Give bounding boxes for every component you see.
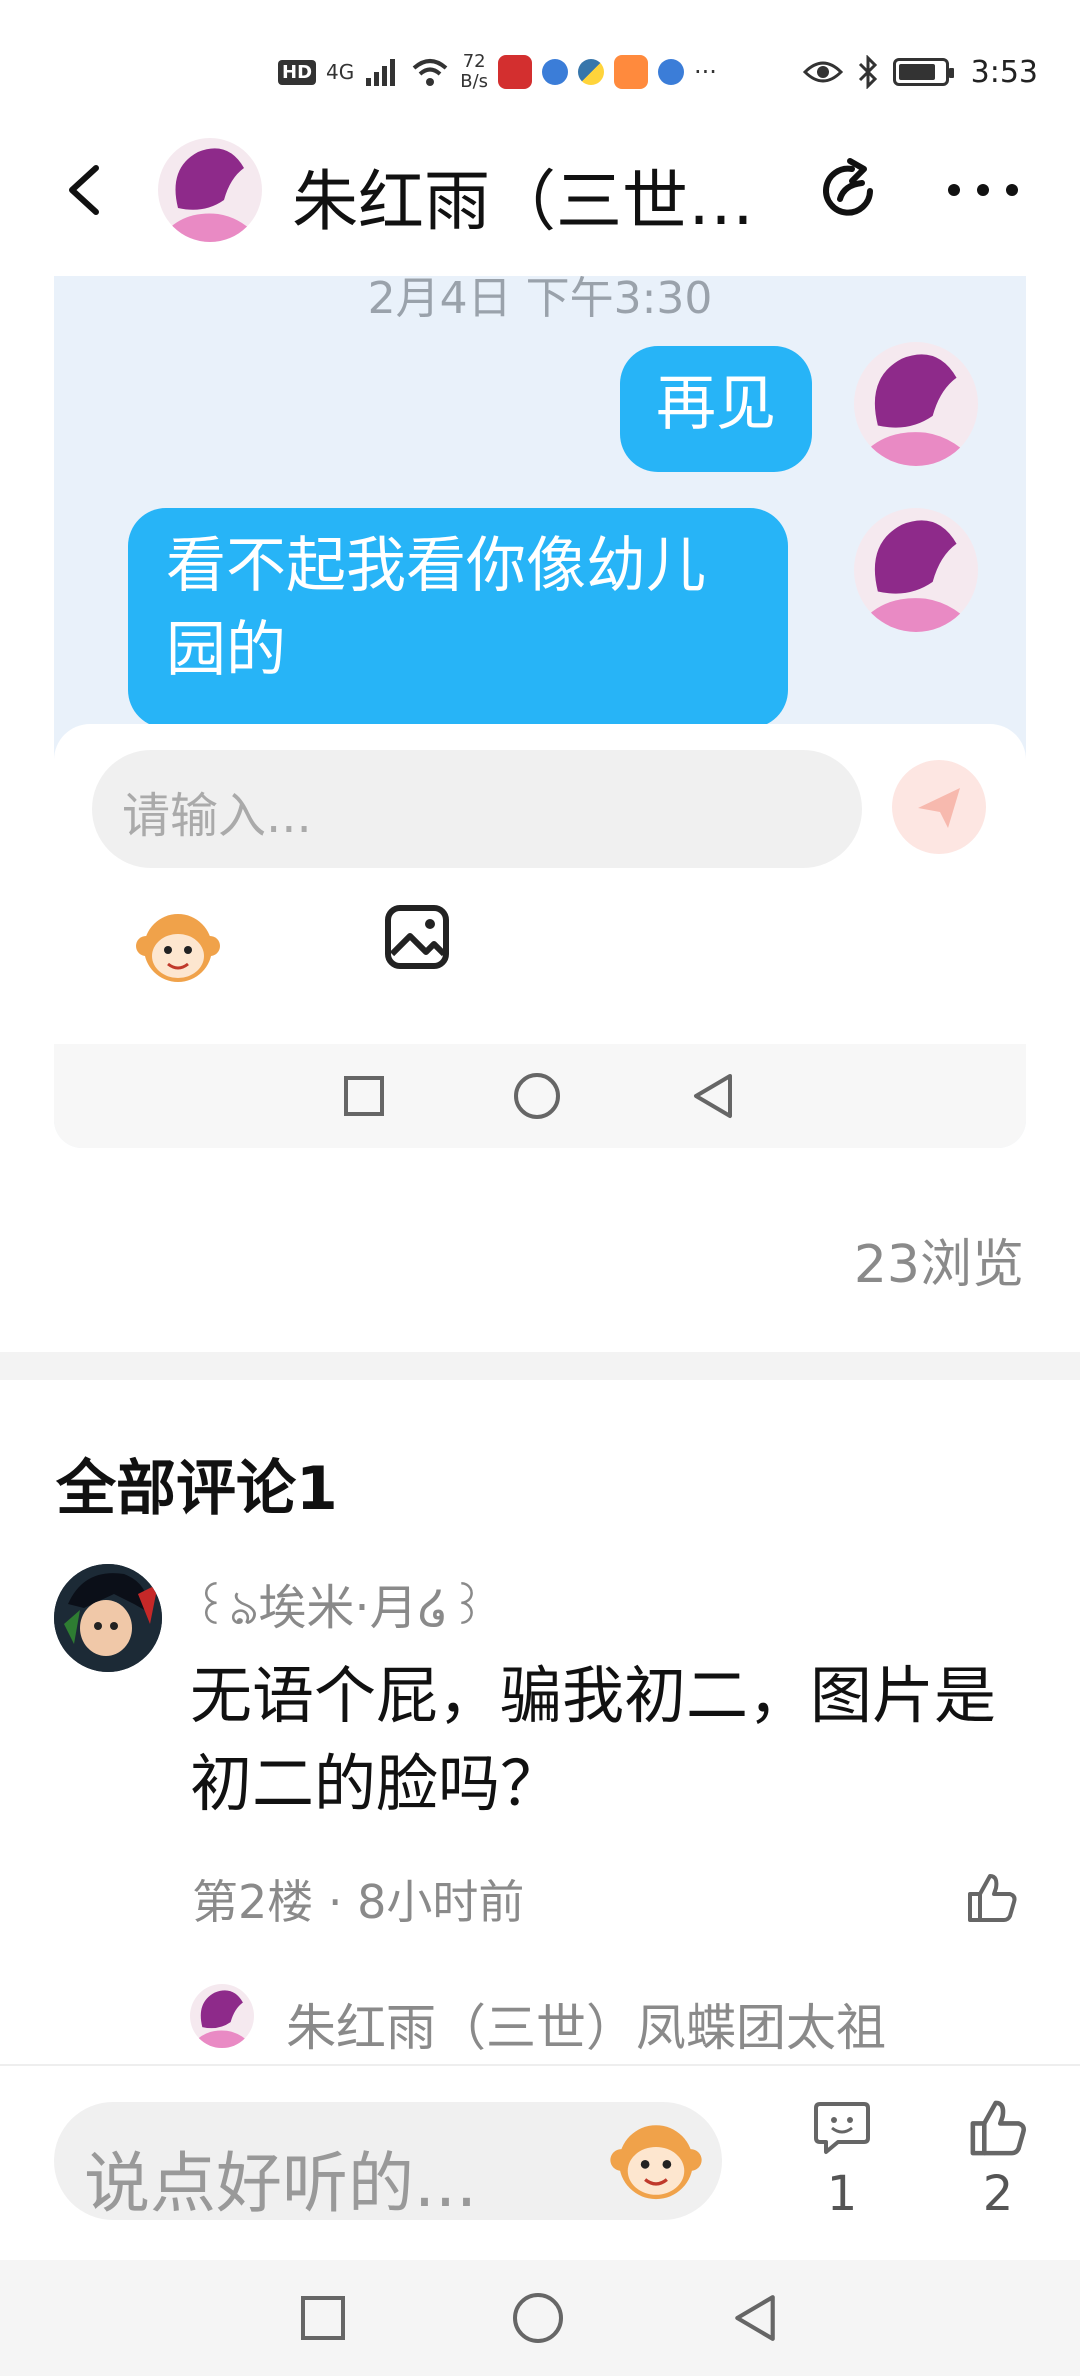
thumbs-up-icon [970,2100,1026,2156]
bottom-bar: 说点好听的... 1 2 [0,2064,1080,2260]
net-speed-unit: B/s [460,71,489,92]
status-left-icons: HD 4G 72 B/s ··· [278,48,717,96]
back-icon[interactable] [56,160,116,220]
browser-app-icon [542,59,569,85]
send-button [892,760,986,854]
status-right: 3:53 [802,48,1038,96]
chat-bubble: 再见 [620,346,812,472]
chat-input: 请输入... [92,750,862,868]
avatar[interactable] [190,1984,254,2048]
avatar-image [158,138,262,242]
comment-author[interactable]: ꒰ঌ埃米·月໒꒱ [192,1568,486,1651]
comment-count-button[interactable]: 1 [802,2096,882,2222]
page-title: 朱红雨（三世… [292,163,754,240]
share-icon[interactable] [812,155,884,227]
comment-icon [814,2102,870,2154]
comment-count: 1 [826,2166,858,2222]
wifi-icon [412,59,448,86]
chat-bubble: 看不起我看你像幼儿园的 [128,508,788,728]
view-count: 23浏览 [853,1235,1024,1295]
python-app-icon [578,59,605,85]
clock: 3:53 [970,54,1038,90]
eye-icon [802,61,843,83]
reply-author[interactable]: 朱红雨（三世）凤蝶团太祖 [286,1988,886,2060]
circle-icon [514,1073,560,1119]
back-nav-icon[interactable] [731,2293,779,2343]
net-speed: 72 B/s [460,52,488,92]
image-icon [385,905,449,969]
comments-title: 全部评论1 [56,1454,338,1524]
section-divider [0,1352,1080,1380]
avatar[interactable] [158,138,262,242]
chat-timestamp: 2月4日 下午3:30 [367,276,713,324]
avatar [854,342,978,466]
avatar-image [54,1564,162,1672]
recents-icon[interactable] [301,2296,345,2340]
triangle-back-icon [694,1074,732,1118]
avatar-image [854,508,978,632]
avatar [854,508,978,632]
thumbs-up-icon[interactable] [964,1870,1020,1926]
screenshot-navbar [54,1044,1026,1148]
browser2-app-icon [658,59,685,85]
post-image[interactable]: 2月4日 下午3:30 再见 看不起我看你像幼儿园的 请输入... [54,276,1026,1148]
status-bar: HD 4G 72 B/s ··· 3:53 [0,0,1080,130]
header: 朱红雨（三世… [0,130,1080,250]
hd-badge: HD [278,59,317,85]
system-navbar [0,2260,1080,2376]
monkey-emoji-icon[interactable] [606,2110,706,2210]
bluetooth-icon [858,55,877,89]
more-notifications: ··· [694,58,717,86]
net-speed-value: 72 [462,51,486,72]
comment-text: 无语个屁，骗我初二，图片是初二的脸吗？ [190,1659,997,1820]
avatar-image [854,342,978,466]
like-count: 2 [982,2166,1014,2222]
send-icon [918,788,960,828]
comment-meta: 第2楼 · 8小时前 [192,1875,525,1929]
like-count-button[interactable]: 2 [958,2096,1038,2222]
monkey-emoji-icon [136,914,220,982]
battery-icon [892,58,954,86]
video-app-icon [614,55,649,89]
chat-composer: 请输入... [54,724,1026,1044]
square-icon [344,1076,384,1116]
home-icon[interactable] [513,2293,563,2343]
taobao-app-icon [498,55,533,89]
network-type: 4G [326,60,355,84]
signal-icon [366,59,396,86]
more-icon[interactable] [946,172,1020,208]
avatar-image [190,1984,254,2048]
avatar[interactable] [54,1564,162,1672]
